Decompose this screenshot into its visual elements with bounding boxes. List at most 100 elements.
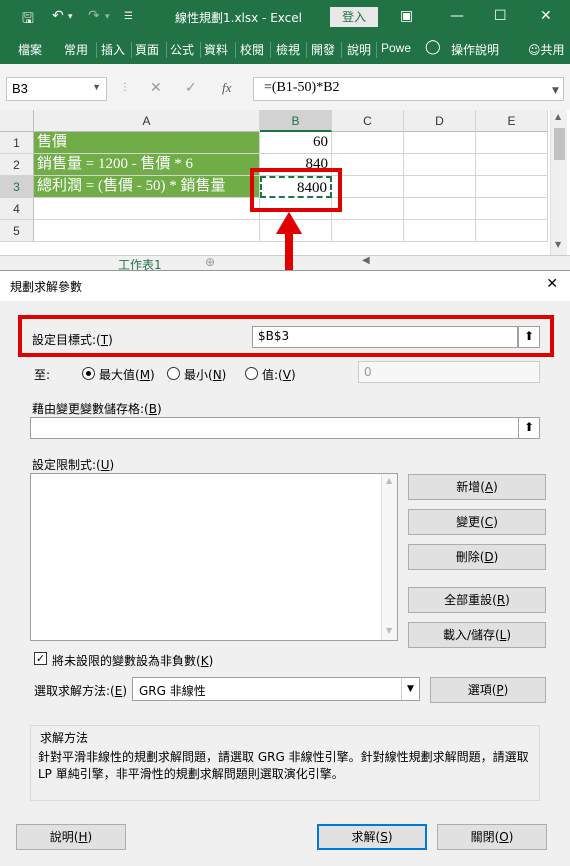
scrollbar-thumb[interactable] xyxy=(554,128,565,160)
row-header-3[interactable]: 3 xyxy=(0,176,34,198)
scroll-down-icon[interactable]: ▼ xyxy=(555,240,561,249)
tab-review[interactable]: 校閱 xyxy=(240,41,264,58)
tab-separator xyxy=(306,42,307,58)
help-button[interactable]: 說明(H) xyxy=(16,824,126,850)
redo-dropdown-icon[interactable]: ▾ xyxy=(105,12,110,22)
reset-all-button[interactable]: 全部重設(R) xyxy=(408,587,546,613)
tab-power[interactable]: Powe xyxy=(381,41,411,55)
add-sheet-icon[interactable]: ⊕ xyxy=(205,255,215,269)
value-of-input[interactable]: 0 xyxy=(358,361,540,383)
nonneg-label[interactable]: 將未設限的變數設為非負數(K) xyxy=(52,652,213,669)
maximize-icon[interactable]: ☐ xyxy=(494,8,507,24)
change-constraint-button[interactable]: 變更(C) xyxy=(408,509,546,535)
tab-help[interactable]: 說明 xyxy=(347,41,371,58)
cell-a2[interactable]: 銷售量 = 1200 - 售價 * 6 xyxy=(34,154,260,176)
objective-label: 設定目標式:(T) xyxy=(32,333,113,347)
variables-label: 藉由變更變數儲存格:(B) xyxy=(32,402,162,416)
to-label: 至: xyxy=(34,368,51,382)
column-header-d[interactable]: D xyxy=(404,110,476,132)
highlight-box-target-cell xyxy=(250,168,342,212)
undo-dropdown-icon[interactable]: ▾ xyxy=(68,12,73,22)
cell-b1[interactable]: 60 xyxy=(260,132,332,154)
grid-cell[interactable] xyxy=(34,198,260,220)
redo-icon[interactable]: ↷ xyxy=(88,8,100,24)
solve-button[interactable]: 求解(S) xyxy=(317,824,427,850)
save-icon[interactable]: 🖫 xyxy=(22,8,34,32)
chevron-down-icon[interactable]: ▼ xyxy=(92,82,101,92)
signin-button[interactable]: 登入 xyxy=(330,7,378,27)
column-header-b[interactable]: B xyxy=(260,110,332,132)
undo-icon[interactable]: ↶ xyxy=(52,8,64,24)
minimize-icon[interactable]: — xyxy=(450,8,464,24)
vertical-scrollbar[interactable]: ▲ ▼ xyxy=(550,110,567,255)
customize-qat-icon[interactable]: ☰ xyxy=(124,11,133,22)
options-button[interactable]: 選項(P) xyxy=(430,677,546,703)
enter-icon[interactable]: ✓ xyxy=(185,80,197,96)
scroll-down-icon[interactable]: ▼ xyxy=(386,626,392,635)
method-select-value: GRG 非線性 xyxy=(139,684,206,698)
row-header-5[interactable]: 5 xyxy=(0,220,34,242)
tab-separator xyxy=(200,42,201,58)
tab-file[interactable]: 檔案 xyxy=(18,41,42,58)
cancel-icon[interactable]: ✕ xyxy=(150,80,162,96)
share-button[interactable]: ☺共用 xyxy=(528,41,565,58)
row-header-4[interactable]: 4 xyxy=(0,198,34,220)
constraints-scrollbar[interactable]: ▲ ▼ xyxy=(381,474,397,640)
close-button[interactable]: 關閉(O) xyxy=(437,824,547,850)
name-box[interactable]: B3 ▼ xyxy=(6,77,107,101)
lightbulb-icon: ◯ xyxy=(425,39,441,55)
method-label: 選取求解方法:(E) xyxy=(34,684,128,698)
tab-formulas[interactable]: 公式 xyxy=(170,41,194,58)
objective-input[interactable]: $B$3 xyxy=(252,326,518,348)
tell-me-box[interactable]: 操作說明 xyxy=(451,41,499,58)
tab-home[interactable]: 常用 xyxy=(64,41,88,58)
variables-input[interactable] xyxy=(30,417,520,439)
insert-function-icon[interactable]: fx xyxy=(222,80,231,96)
column-header-e[interactable]: E xyxy=(476,110,548,132)
share-icon: ☺ xyxy=(528,43,541,57)
method-select[interactable]: GRG 非線性 ▼ xyxy=(132,677,420,701)
collapse-dialog-icon[interactable]: ⬆ xyxy=(518,326,540,348)
radio-min[interactable] xyxy=(167,367,180,380)
radio-value-label[interactable]: 值:(V) xyxy=(262,366,296,383)
constraints-label: 設定限制式:(U) xyxy=(32,458,115,472)
close-window-icon[interactable]: ✕ xyxy=(540,8,552,24)
ribbon-display-icon[interactable]: ▣ xyxy=(400,8,413,24)
nonneg-checkbox[interactable]: ✓ xyxy=(34,652,47,665)
radio-min-label[interactable]: 最小(N) xyxy=(184,366,226,383)
close-dialog-icon[interactable]: ✕ xyxy=(546,276,558,292)
window-title: 線性規劃1.xlsx - Excel xyxy=(175,11,302,25)
tab-separator xyxy=(270,42,271,58)
tab-data[interactable]: 資料 xyxy=(204,41,228,58)
cell-a1[interactable]: 售價 xyxy=(34,132,260,154)
scroll-up-icon[interactable]: ▲ xyxy=(555,112,561,121)
tab-insert[interactable]: 插入 xyxy=(101,41,125,58)
row-header-1[interactable]: 1 xyxy=(0,132,34,154)
row-header-2[interactable]: 2 xyxy=(0,154,34,176)
description-text: 針對平滑非線性的規劃求解問題，請選取 GRG 非線性引擎。針對線性規劃求解問題，… xyxy=(38,750,529,781)
constraints-list[interactable]: ▲ ▼ xyxy=(30,473,398,641)
chevron-down-icon[interactable]: ▼ xyxy=(401,678,419,700)
tab-separator xyxy=(376,42,377,58)
radio-max[interactable] xyxy=(82,367,95,380)
load-save-button[interactable]: 載入/儲存(L) xyxy=(408,622,546,648)
select-all-corner[interactable] xyxy=(0,110,34,132)
delete-constraint-button[interactable]: 刪除(D) xyxy=(408,544,546,570)
expand-formula-icon[interactable]: ▼ xyxy=(552,86,559,96)
cell-a3[interactable]: 總利潤 = (售價 - 50) * 銷售量 xyxy=(34,176,260,198)
tab-page-layout[interactable]: 頁面 xyxy=(135,41,159,58)
add-constraint-button[interactable]: 新增(A) xyxy=(408,474,546,500)
scroll-up-icon[interactable]: ▲ xyxy=(386,476,392,485)
tab-view[interactable]: 檢視 xyxy=(276,41,300,58)
collapse-dialog-icon[interactable]: ⬆ xyxy=(518,417,540,439)
grid-cells-empty[interactable] xyxy=(332,132,548,242)
tab-separator xyxy=(131,42,132,58)
tab-developer[interactable]: 開發 xyxy=(311,41,335,58)
scroll-left-icon[interactable]: ◀ xyxy=(362,255,370,266)
formula-input[interactable]: =(B1-50)*B2 xyxy=(253,77,564,101)
grid-cell[interactable] xyxy=(34,220,260,242)
radio-value[interactable] xyxy=(245,367,258,380)
radio-max-label[interactable]: 最大值(M) xyxy=(99,366,155,383)
column-header-a[interactable]: A xyxy=(34,110,260,132)
column-header-c[interactable]: C xyxy=(332,110,404,132)
